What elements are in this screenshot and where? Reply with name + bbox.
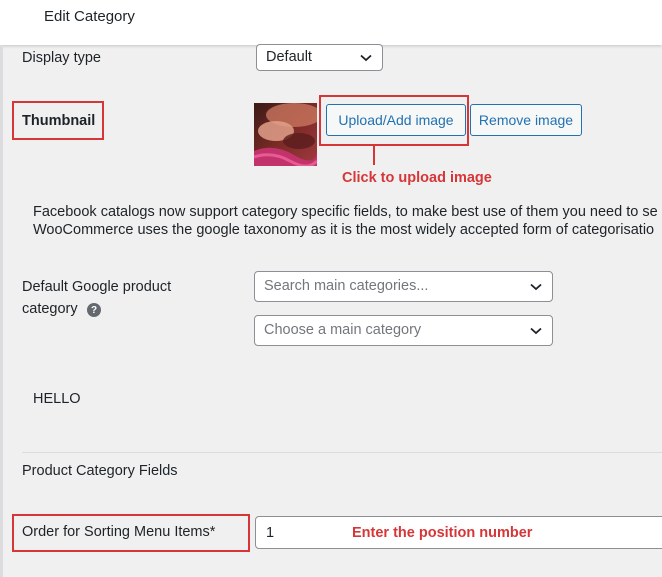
left-divider: [0, 45, 3, 577]
chevron-down-icon: [530, 272, 542, 301]
display-type-value: Default: [266, 49, 312, 65]
order-field-label: Order for Sorting Menu Items*: [22, 524, 216, 540]
search-main-categories-select[interactable]: Search main categories...: [254, 271, 553, 302]
thumbnail-image: [254, 103, 317, 166]
facebook-notice-line2: WooCommerce uses the google taxonomy as …: [33, 222, 655, 238]
section-title: Product Category Fields: [22, 463, 178, 479]
facebook-notice-line1: Facebook catalogs now support category s…: [33, 204, 658, 220]
google-category-label-line1: Default Google product: [22, 279, 172, 295]
display-type-label: Display type: [22, 50, 101, 66]
display-type-select[interactable]: Default: [256, 44, 383, 71]
hello-text: HELLO: [33, 391, 81, 407]
annotation-connector-line: [373, 146, 375, 165]
section-divider: [22, 452, 662, 453]
thumbnail-label: Thumbnail: [22, 113, 96, 129]
chevron-down-icon: [360, 45, 372, 70]
remove-image-button[interactable]: Remove image: [470, 104, 582, 136]
order-annotation: Enter the position number: [352, 525, 533, 541]
page-header: Edit Category: [0, 0, 662, 45]
choose-main-category-select[interactable]: Choose a main category: [254, 315, 553, 346]
page-title: Edit Category: [44, 8, 135, 25]
chevron-down-icon: [530, 316, 542, 345]
order-number-input[interactable]: 1 Enter the position number: [255, 516, 662, 549]
help-icon[interactable]: ?: [87, 303, 101, 317]
search-categories-placeholder: Search main categories...: [264, 278, 429, 294]
upload-annotation: Click to upload image: [342, 170, 492, 186]
google-category-label-line2: category: [22, 301, 78, 317]
order-number-value: 1: [266, 525, 275, 541]
upload-image-button[interactable]: Upload/Add image: [326, 104, 466, 136]
choose-category-placeholder: Choose a main category: [264, 322, 422, 338]
